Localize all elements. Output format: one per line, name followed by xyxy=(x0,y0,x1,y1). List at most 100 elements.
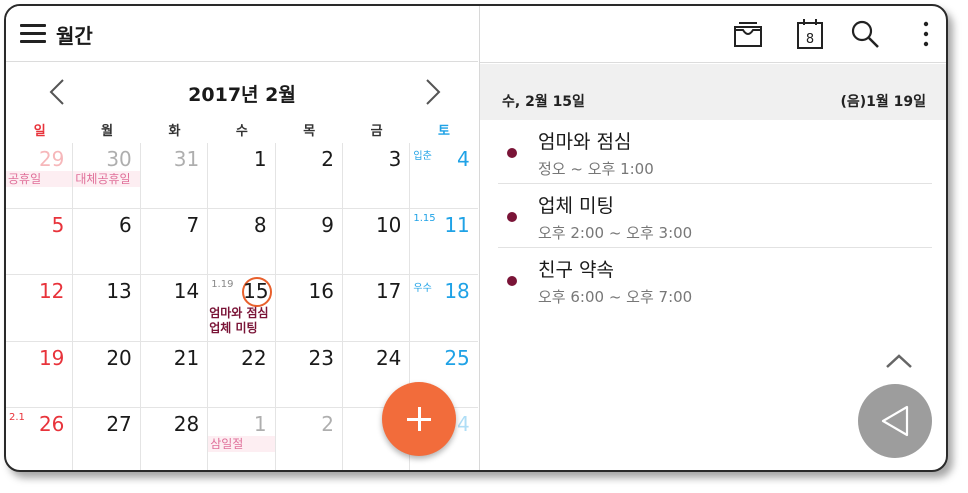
day-number: 7 xyxy=(186,213,200,238)
cell-event: 업체 미팅 xyxy=(209,321,258,336)
day-number: 20 xyxy=(106,345,132,370)
lunar-label: 우수 xyxy=(413,283,432,295)
day-number: 21 xyxy=(173,345,200,370)
weekday-label: 화 xyxy=(168,124,181,139)
day-number: 13 xyxy=(106,279,132,304)
event-title: 친구 약속 xyxy=(538,259,614,281)
weekday-label: 목 xyxy=(303,124,316,139)
day-number: 27 xyxy=(106,411,132,436)
weekday-header: 일월화수목금토 xyxy=(6,120,478,142)
day-number: 19 xyxy=(38,345,65,370)
day-cell[interactable]: 6 xyxy=(73,209,141,276)
day-cell[interactable]: 4 입춘 xyxy=(410,143,478,210)
day-cell[interactable]: 30 대체공휴일 xyxy=(73,143,141,210)
day-cell[interactable]: 16 xyxy=(275,275,343,342)
event-time: 오후 6:00 ~ 오후 7:00 xyxy=(538,288,693,306)
search-icon[interactable] xyxy=(847,16,883,52)
day-number: 12 xyxy=(38,279,65,304)
day-number: 24 xyxy=(375,345,402,370)
event-time: 오후 2:00 ~ 오후 3:00 xyxy=(538,224,693,242)
day-cell[interactable]: 19 xyxy=(6,341,74,408)
holiday-label: 삼일절 xyxy=(208,435,275,452)
next-month-icon[interactable] xyxy=(420,76,444,108)
weekday-label: 월 xyxy=(101,124,114,139)
month-navigation: 2017년 2월 xyxy=(6,64,478,114)
month-label: 2017년 2월 xyxy=(188,84,296,106)
holiday-label: 대체공휴일 xyxy=(73,171,140,187)
day-cell[interactable]: 8 xyxy=(208,209,276,276)
day-number: 16 xyxy=(308,279,334,304)
menu-icon[interactable] xyxy=(20,23,46,43)
day-number: 2 xyxy=(321,411,334,436)
add-event-button[interactable] xyxy=(382,382,456,456)
day-cell[interactable]: 10 xyxy=(343,209,411,276)
weekday-label: 일 xyxy=(33,124,46,139)
chevron-up-icon[interactable] xyxy=(884,351,914,371)
weekday-label: 금 xyxy=(370,124,383,139)
day-cell[interactable]: 31 xyxy=(140,143,209,210)
calendar-badge: 8 xyxy=(806,32,814,47)
day-cell[interactable]: 27 xyxy=(73,407,141,470)
event-title: 업체 미팅 xyxy=(538,195,614,217)
divider xyxy=(480,62,946,63)
day-cell[interactable]: 26 2.1 xyxy=(6,407,74,470)
day-cell[interactable]: 1 xyxy=(208,143,276,210)
day-cell[interactable]: 21 xyxy=(140,341,209,408)
day-cell[interactable]: 2 xyxy=(276,407,343,470)
inbox-icon[interactable] xyxy=(730,16,766,52)
holiday-label: 공휴일 xyxy=(6,171,73,187)
event-color-dot xyxy=(507,212,517,222)
calendar-today-icon[interactable]: 8 xyxy=(792,16,828,52)
day-number: 26 xyxy=(38,411,65,436)
day-cell[interactable]: 3 xyxy=(343,143,411,210)
day-cell[interactable]: 7 xyxy=(140,209,209,276)
more-vert-icon[interactable] xyxy=(908,16,944,52)
day-number: 8 xyxy=(253,213,267,238)
event-item[interactable]: 업체 미팅오후 2:00 ~ 오후 3:00 xyxy=(498,184,932,248)
lunar-label: 입춘 xyxy=(413,151,432,162)
selected-date-header: 수, 2월 15일 (음)1월 19일 xyxy=(480,64,946,120)
day-number: 25 xyxy=(444,345,470,370)
app-bar: 월간 xyxy=(6,6,478,62)
event-item[interactable]: 친구 약속오후 6:00 ~ 오후 7:00 xyxy=(498,248,932,312)
day-cell[interactable]: 2 xyxy=(275,143,343,210)
weekday-label: 수 xyxy=(235,124,248,139)
day-number: 5 xyxy=(51,213,65,238)
calendar-pane: 월간 2017년 2월 일월화수목금토 29 공휴일 30 대체공휴일 31 1 2 3 4 입춘… xyxy=(6,6,478,470)
back-triangle-icon xyxy=(881,405,909,437)
event-list: 엄마와 점심 정오 ~ 오후 1:00 업체 미팅 오후 2:00 ~ 오후 3:00… xyxy=(498,120,932,312)
day-number: 4 xyxy=(457,411,470,436)
day-cell[interactable]: 28 xyxy=(141,407,209,470)
view-title[interactable]: 월간 xyxy=(56,20,93,49)
day-number: 3 xyxy=(388,147,402,171)
day-cell[interactable]: 12 xyxy=(6,275,74,342)
event-color-dot xyxy=(507,148,517,158)
day-cell[interactable]: 5 xyxy=(6,209,74,276)
day-cell[interactable]: 22 xyxy=(208,341,276,408)
day-cell[interactable]: 11 1.15 xyxy=(410,209,478,276)
day-number: 18 xyxy=(444,279,470,304)
day-cell[interactable]: 23 xyxy=(275,341,343,408)
day-number: 6 xyxy=(119,213,132,238)
event-item[interactable]: 엄마와 점심 정오 ~ 오후 1:00 xyxy=(498,120,932,184)
day-number: 31 xyxy=(173,147,200,171)
day-cell[interactable]: 9 xyxy=(275,209,343,276)
day-number: 30 xyxy=(106,147,132,171)
day-number: 1 xyxy=(253,411,267,436)
day-cell[interactable]: 15 1.19 엄마와 점심 업체 미팅 xyxy=(208,275,276,342)
day-cell[interactable]: 29 공휴일 xyxy=(6,143,74,210)
day-cell[interactable]: 14 xyxy=(140,275,209,342)
day-cell[interactable]: 1 삼일절 xyxy=(208,407,276,470)
day-number: 9 xyxy=(321,213,334,238)
weekday-label: 토 xyxy=(438,124,451,139)
lunar-label: 2.1 xyxy=(9,411,25,423)
day-cell[interactable]: 18 우수 xyxy=(410,275,478,342)
day-number: 17 xyxy=(375,279,402,304)
toolbar: 8 xyxy=(480,6,946,62)
cell-event: 엄마와 점심 xyxy=(209,306,269,321)
back-button[interactable] xyxy=(858,384,932,458)
day-number: 15 xyxy=(243,279,269,304)
day-cell[interactable]: 13 xyxy=(73,275,141,342)
day-cell[interactable]: 17 xyxy=(343,275,411,342)
day-cell[interactable]: 20 xyxy=(73,341,141,408)
